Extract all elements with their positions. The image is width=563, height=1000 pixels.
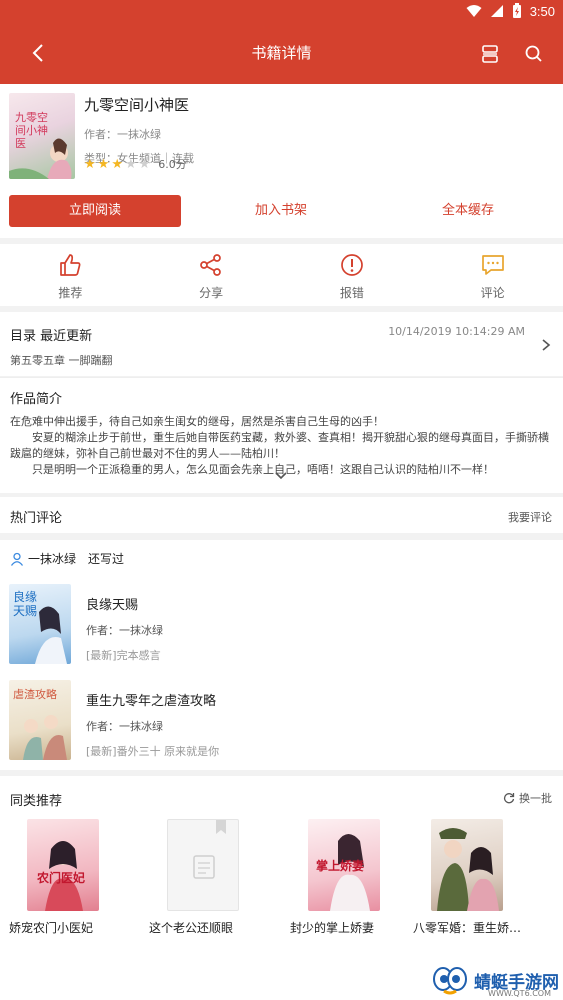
catalog-section[interactable]: 目录 最近更新 10/14/2019 10:14:29 AM 第五零五章 一脚踹… xyxy=(0,312,563,376)
author-name[interactable]: 一抹冰绿 xyxy=(28,550,76,567)
user-icon xyxy=(10,552,24,566)
hot-comments-section: 热门评论 我要评论 xyxy=(0,497,563,533)
author-works-suffix: 还写过 xyxy=(88,552,125,566)
recommend-label: 推荐 xyxy=(58,286,83,300)
book-cover: 掌上娇妻 xyxy=(308,819,380,911)
latest-chapter: 第五零五章 一脚踹翻 xyxy=(10,354,113,367)
author-works-heading: 一抹冰绿 还写过 xyxy=(10,550,124,567)
book-cover-art xyxy=(45,841,83,911)
book-cover-title: 掌上娇妻 xyxy=(316,859,365,873)
book-cover-title: 九零空间小神医 xyxy=(15,111,48,150)
share-button[interactable]: 分享 xyxy=(141,244,282,306)
error-icon xyxy=(341,254,363,276)
list-item[interactable]: 虐渣攻略 重生九零年之虐渣攻略 作者：一抹冰绿 [最新]番外三十 原来就是你 xyxy=(0,680,563,770)
synopsis-line: 安夏的糊涂止步于前世，重生后她自带医药宝藏，救外婆、查真相！揭开貌甜心狠的继母真… xyxy=(10,431,549,460)
recommend-button[interactable]: 推荐 xyxy=(0,244,141,306)
search-icon[interactable] xyxy=(519,39,549,69)
star-empty-icon: ★ xyxy=(124,156,137,172)
refresh-button[interactable]: 换一批 xyxy=(503,790,552,806)
star-filled-icon: ★ xyxy=(111,156,123,172)
similar-heading: 同类推荐 xyxy=(10,794,63,809)
refresh-icon xyxy=(503,793,515,804)
synopsis-text: 在危难中伸出援手，待自己如亲生闺女的继母，居然是杀害自己生母的凶手！ 安夏的糊涂… xyxy=(10,414,555,478)
read-now-button[interactable]: 立即阅读 xyxy=(9,195,181,227)
battery-icon xyxy=(512,3,521,18)
update-time: 10/14/2019 10:14:29 AM xyxy=(388,325,525,338)
rating-score: 6.0分 xyxy=(158,158,187,171)
book-author: 作者：一抹冰绿 xyxy=(86,720,163,733)
wifi-icon xyxy=(466,5,482,17)
book-cover-title: 农门医妃 xyxy=(37,871,86,885)
recommended-book[interactable]: 八零军婚：重生娇… xyxy=(413,819,541,936)
synopsis-heading: 作品简介 xyxy=(10,392,63,407)
cache-all-button[interactable]: 全本缓存 xyxy=(408,195,528,227)
app-bar: 书籍详情 xyxy=(0,24,563,84)
book-cover[interactable]: 九零空间小神医 xyxy=(9,93,75,179)
recommended-book[interactable]: 这个老公还顺眼 xyxy=(149,819,277,936)
rating-stars: ★ ★ ★ ★ ★ 6.0分 xyxy=(84,156,187,172)
star-filled-icon: ★ xyxy=(97,156,110,172)
thumbs-up-icon xyxy=(60,254,81,276)
dragonfly-logo-icon xyxy=(433,967,467,995)
list-item[interactable]: 良缘天赐 良缘天赐 作者：一抹冰绿 [最新]完本感言 xyxy=(0,584,563,674)
status-bar: 3:50 xyxy=(0,0,563,24)
book-title: 八零军婚：重生娇… xyxy=(413,921,522,935)
book-cover: 虐渣攻略 xyxy=(9,680,71,760)
star-empty-icon: ★ xyxy=(138,156,151,172)
author-works-section: 一抹冰绿 还写过 良缘天赐 良缘天赐 作者：一抹冰绿 [最新]完本感言 虐渣攻略… xyxy=(0,540,563,770)
book-cover xyxy=(431,819,503,911)
book-cover: 良缘天赐 xyxy=(9,584,71,664)
comment-icon xyxy=(481,255,504,275)
share-icon xyxy=(200,254,221,276)
catalog-heading: 目录 最近更新 xyxy=(10,329,93,344)
book-placeholder-icon xyxy=(193,820,226,879)
add-to-shelf-button[interactable]: 加入书架 xyxy=(221,195,341,227)
chevron-right-icon xyxy=(542,339,551,351)
comment-button[interactable]: 评论 xyxy=(422,244,563,306)
book-cover-title: 虐渣攻略 xyxy=(13,688,57,701)
site-watermark: 蜻蜓手游网 WWW.QT6.COM xyxy=(430,964,559,998)
book-title: 良缘天赐 xyxy=(86,598,139,613)
watermark-url: WWW.QT6.COM xyxy=(488,989,551,998)
book-title: 娇宠农门小医妃 xyxy=(9,921,94,935)
latest-chapter: [最新]完本感言 xyxy=(86,649,161,662)
status-time: 3:50 xyxy=(529,3,555,19)
synopsis-section: 作品简介 在危难中伸出援手，待自己如亲生闺女的继母，居然是杀害自己生母的凶手！ … xyxy=(0,377,563,493)
book-author: 作者：一抹冰绿 xyxy=(86,624,163,637)
book-title: 九零空间小神医 xyxy=(84,96,190,114)
synopsis-line: 在危难中伸出援手，待自己如亲生闺女的继母，居然是杀害自己生母的凶手！ xyxy=(10,415,384,428)
signal-icon xyxy=(490,5,503,17)
status-icons: 3:50 xyxy=(466,3,555,19)
book-header: 九零空间小神医 九零空间小神医 作者：一抹冰绿 类型：女生频道｜连载 ★ ★ ★… xyxy=(0,84,563,238)
book-cover: 农门医妃 xyxy=(27,819,99,911)
book-author[interactable]: 作者：一抹冰绿 xyxy=(84,126,194,142)
comment-label: 评论 xyxy=(480,286,505,300)
recommended-book[interactable]: 掌上娇妻 封少的掌上娇妻 xyxy=(290,819,418,936)
latest-chapter: [最新]番外三十 原来就是你 xyxy=(86,745,220,758)
book-title: 封少的掌上娇妻 xyxy=(290,921,375,935)
book-cover-art xyxy=(437,828,499,911)
book-title: 重生九零年之虐渣攻略 xyxy=(86,694,217,709)
refresh-label: 换一批 xyxy=(519,792,552,805)
book-cover-placeholder xyxy=(167,819,239,911)
book-cover-title: 良缘天赐 xyxy=(13,590,38,618)
chevron-down-icon[interactable] xyxy=(274,470,288,482)
action-bar: 推荐 分享 报错 评论 xyxy=(0,244,563,306)
star-filled-icon: ★ xyxy=(84,156,96,172)
bookshelf-menu-icon[interactable] xyxy=(475,39,505,69)
recommended-book[interactable]: 农门医妃 娇宠农门小医妃 xyxy=(9,819,137,936)
write-comment-button[interactable]: 我要评论 xyxy=(508,509,552,525)
share-label: 分享 xyxy=(199,286,224,300)
report-error-label: 报错 xyxy=(339,286,364,300)
book-title: 这个老公还顺眼 xyxy=(149,921,234,935)
hot-comments-heading: 热门评论 xyxy=(10,511,63,526)
report-error-button[interactable]: 报错 xyxy=(282,244,423,306)
